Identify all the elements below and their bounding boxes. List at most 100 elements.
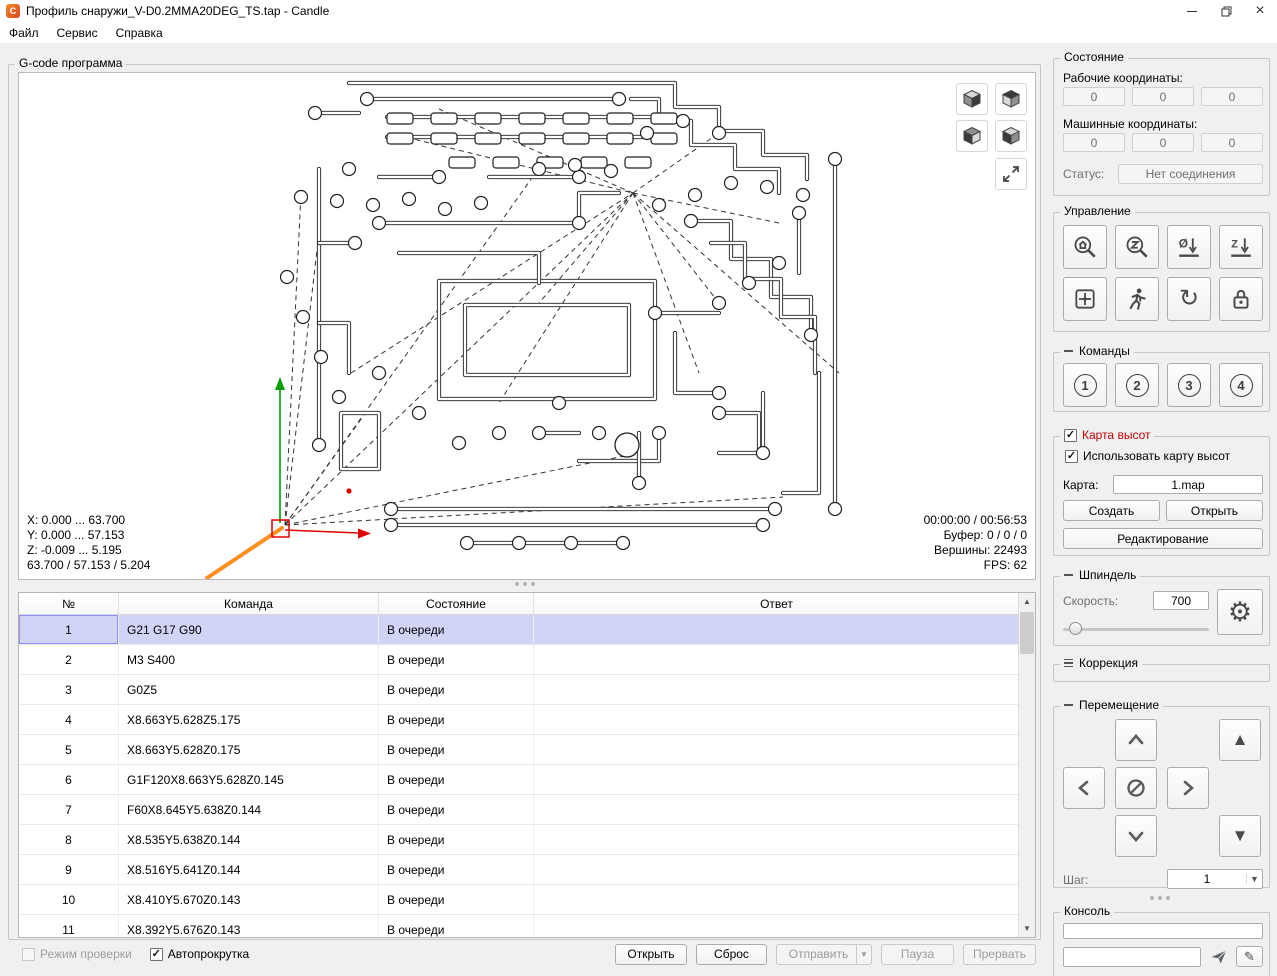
restore-origin-button[interactable] [1063, 277, 1107, 321]
use-heightmap-checkbox[interactable]: ✓ Использовать карту высот [1065, 449, 1230, 463]
header-number[interactable]: № [19, 593, 119, 614]
jog-stop-button[interactable] [1115, 767, 1157, 809]
pause-button[interactable]: Пауза [881, 943, 954, 965]
view-top-button[interactable] [995, 83, 1027, 115]
header-command[interactable]: Команда [119, 593, 379, 614]
jog-x-plus-button[interactable] [1167, 767, 1209, 809]
reset-button[interactable]: ↻ [1167, 277, 1211, 321]
view-front-button[interactable] [956, 120, 988, 152]
restore-button[interactable] [1209, 0, 1243, 22]
safe-position-button[interactable] [1115, 277, 1159, 321]
console-output[interactable] [1063, 923, 1263, 939]
gcode-group-title: G-code программа [15, 56, 127, 70]
cube-front-icon [962, 126, 982, 145]
work-coords-label: Рабочие координаты: [1063, 71, 1183, 85]
scrollbar-thumb[interactable] [1020, 612, 1034, 654]
scroll-up-button[interactable]: ▲ [1019, 593, 1035, 610]
heightmap-enable-checkbox[interactable]: ✓ Карта высот [1064, 428, 1150, 442]
spindle-speed-field[interactable]: 700 [1153, 591, 1209, 610]
console-edit-button[interactable]: ✎ [1236, 946, 1263, 967]
jog-group: Перемещение ▲ ▼ Шаг: 1 ▼ [1053, 698, 1270, 889]
table-row[interactable]: 2 M3 S400 В очереди [19, 645, 1035, 675]
slider-handle[interactable] [1069, 622, 1082, 635]
scroll-down-button[interactable]: ▼ [1019, 920, 1035, 937]
panel-splitter-handle[interactable] [1150, 896, 1170, 900]
menu-help[interactable]: Справка [107, 23, 172, 43]
spindle-speed-slider[interactable] [1063, 622, 1209, 636]
check-mode-checkbox[interactable]: Режим проверки [22, 947, 132, 961]
spindle-group-title: Шпиндель [1060, 568, 1141, 582]
collapse-icon[interactable] [1064, 574, 1073, 576]
table-row[interactable]: 9 X8.516Y5.641Z0.144 В очереди [19, 855, 1035, 885]
table-row[interactable]: 11 X8.392Y5.676Z0.143 В очереди [19, 915, 1035, 937]
console-send-button[interactable] [1206, 947, 1232, 967]
edit-map-button[interactable]: Редактирование [1063, 528, 1263, 549]
menu-service[interactable]: Сервис [48, 23, 107, 43]
app-icon: C [6, 4, 20, 18]
user-command-3-button[interactable]: 3 [1167, 363, 1211, 407]
splitter-handle[interactable] [515, 582, 535, 586]
create-map-button[interactable]: Создать [1063, 500, 1160, 521]
zero-xy-button[interactable]: Ø [1167, 225, 1211, 269]
triangle-down-icon: ▼ [1231, 826, 1249, 845]
table-row[interactable]: 5 X8.663Y5.628Z0.175 В очереди [19, 735, 1035, 765]
table-row[interactable]: 7 F60X8.645Y5.638Z0.144 В очереди [19, 795, 1035, 825]
jog-z-minus-button[interactable]: ▼ [1219, 815, 1261, 857]
program-controls: Режим проверки ✓ Автопрокрутка Открыть С… [18, 942, 1036, 966]
work-y-field: 0 [1132, 87, 1194, 106]
step-combobox[interactable]: 1 ▼ [1167, 869, 1263, 889]
view-isometric-button[interactable] [956, 83, 988, 115]
user-command-1-button[interactable]: 1 [1063, 363, 1107, 407]
jog-y-minus-button[interactable] [1115, 815, 1157, 857]
table-scrollbar[interactable]: ▲ ▼ [1018, 593, 1035, 937]
header-response[interactable]: Ответ [534, 593, 1020, 614]
table-row[interactable]: 8 X8.535Y5.638Z0.144 В очереди [19, 825, 1035, 855]
zero-z-button[interactable]: Z [1219, 225, 1263, 269]
fit-view-button[interactable] [995, 158, 1027, 190]
stat-buffer: Буфер: 0 / 0 / 0 [943, 528, 1027, 542]
open-file-button[interactable]: Открыть [615, 943, 687, 965]
spindle-toggle-button[interactable]: ⚙ [1217, 589, 1263, 635]
toolpath-viewport[interactable]: X: 0.000 ... 63.700 Y: 0.000 ... 57.153 … [18, 72, 1036, 580]
heightmap-group: ✓ Карта высот ✓ Использовать карту высот… [1053, 428, 1270, 556]
collapse-icon[interactable] [1064, 350, 1073, 352]
view-side-button[interactable] [995, 120, 1027, 152]
console-input[interactable] [1063, 947, 1201, 967]
candle-window: { "window": { "title": "Профиль снаружи_… [0, 0, 1277, 976]
program-table: № Команда Состояние Ответ 1 G21 G17 G90 В … [18, 592, 1036, 938]
abort-button[interactable]: Прервать [963, 943, 1036, 965]
expand-icon[interactable] [1064, 658, 1073, 668]
table-row[interactable]: 6 G1F120X8.663Y5.628Z0.145 В очереди [19, 765, 1035, 795]
restore-icon [1221, 6, 1231, 16]
unlock-button[interactable] [1219, 277, 1263, 321]
header-state[interactable]: Состояние [379, 593, 534, 614]
toolpath-canvas[interactable] [19, 73, 1035, 579]
open-map-button[interactable]: Открыть [1166, 500, 1263, 521]
menu-file[interactable]: Файл [0, 23, 48, 43]
user-command-2-button[interactable]: 2 [1115, 363, 1159, 407]
send-dropdown-icon[interactable]: ▼ [856, 944, 871, 964]
home-button[interactable] [1063, 225, 1107, 269]
z-probe-button[interactable] [1115, 225, 1159, 269]
status-label: Статус: [1063, 167, 1105, 181]
close-icon: × [1255, 2, 1265, 19]
table-row[interactable]: 3 G0Z5 В очереди [19, 675, 1035, 705]
user-command-4-button[interactable]: 4 [1219, 363, 1263, 407]
slider-groove [1063, 628, 1209, 631]
jog-x-minus-button[interactable] [1063, 767, 1105, 809]
map-name-field[interactable]: 1.map [1113, 475, 1263, 494]
minimize-button[interactable] [1175, 0, 1209, 22]
jog-z-plus-button[interactable]: ▲ [1219, 719, 1261, 761]
send-button[interactable]: Отправить ▼ [776, 943, 872, 965]
autoscroll-checkbox[interactable]: ✓ Автопрокрутка [149, 947, 249, 961]
console-group-title: Консоль [1060, 904, 1115, 918]
pen-icon: ✎ [1244, 948, 1255, 964]
close-button[interactable]: × [1243, 0, 1277, 22]
jog-y-plus-button[interactable] [1115, 719, 1157, 761]
origin-crosshair-icon [1075, 289, 1095, 309]
table-row[interactable]: 1 G21 G17 G90 В очереди [19, 615, 1035, 645]
collapse-icon[interactable] [1064, 704, 1073, 706]
reset-program-button[interactable]: Сброс [696, 943, 767, 965]
table-row[interactable]: 4 X8.663Y5.628Z5.175 В очереди [19, 705, 1035, 735]
table-row[interactable]: 10 X8.410Y5.670Z0.143 В очереди [19, 885, 1035, 915]
